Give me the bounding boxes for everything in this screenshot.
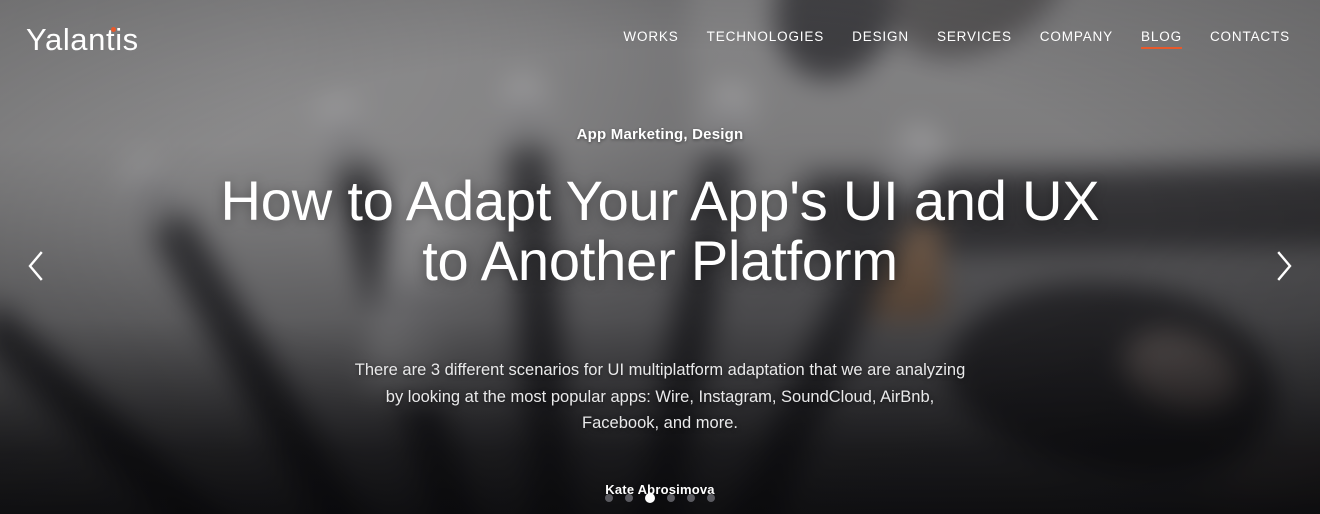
slide-title[interactable]: How to Adapt Your App's UI and UX to Ano…	[210, 170, 1110, 292]
site-header: Yalantis WORKS TECHNOLOGIES DESIGN SERVI…	[0, 0, 1320, 78]
logo-accent-dot-icon	[111, 26, 116, 32]
chevron-left-icon	[28, 251, 43, 281]
slider-dot-5[interactable]	[687, 494, 695, 502]
main-navigation: WORKS TECHNOLOGIES DESIGN SERVICES COMPA…	[623, 29, 1290, 49]
site-logo-text: Yalantis	[26, 21, 139, 57]
slider-dot-6[interactable]	[707, 494, 715, 502]
nav-item-technologies[interactable]: TECHNOLOGIES	[707, 29, 824, 49]
hero-slider-page: Yalantis WORKS TECHNOLOGIES DESIGN SERVI…	[0, 0, 1320, 514]
slider-prev-button[interactable]	[14, 244, 58, 288]
slider-dot-4[interactable]	[667, 494, 675, 502]
slide-description: There are 3 different scenarios for UI m…	[354, 361, 966, 432]
nav-item-blog[interactable]: BLOG	[1141, 29, 1182, 49]
slider-dot-1[interactable]	[605, 494, 613, 502]
site-logo[interactable]: Yalantis	[26, 24, 139, 55]
nav-item-works[interactable]: WORKS	[623, 29, 678, 49]
chevron-right-icon	[1277, 251, 1292, 281]
slider-dot-2[interactable]	[625, 494, 633, 502]
nav-item-contacts[interactable]: CONTACTS	[1210, 29, 1290, 49]
slide-category-label[interactable]: App Marketing, Design	[577, 126, 744, 143]
nav-item-company[interactable]: COMPANY	[1040, 29, 1113, 49]
nav-item-services[interactable]: SERVICES	[937, 29, 1012, 49]
slider-next-button[interactable]	[1262, 244, 1306, 288]
slider-pagination	[0, 493, 1320, 503]
nav-item-design[interactable]: DESIGN	[852, 29, 909, 49]
slider-dot-3[interactable]	[645, 493, 655, 503]
